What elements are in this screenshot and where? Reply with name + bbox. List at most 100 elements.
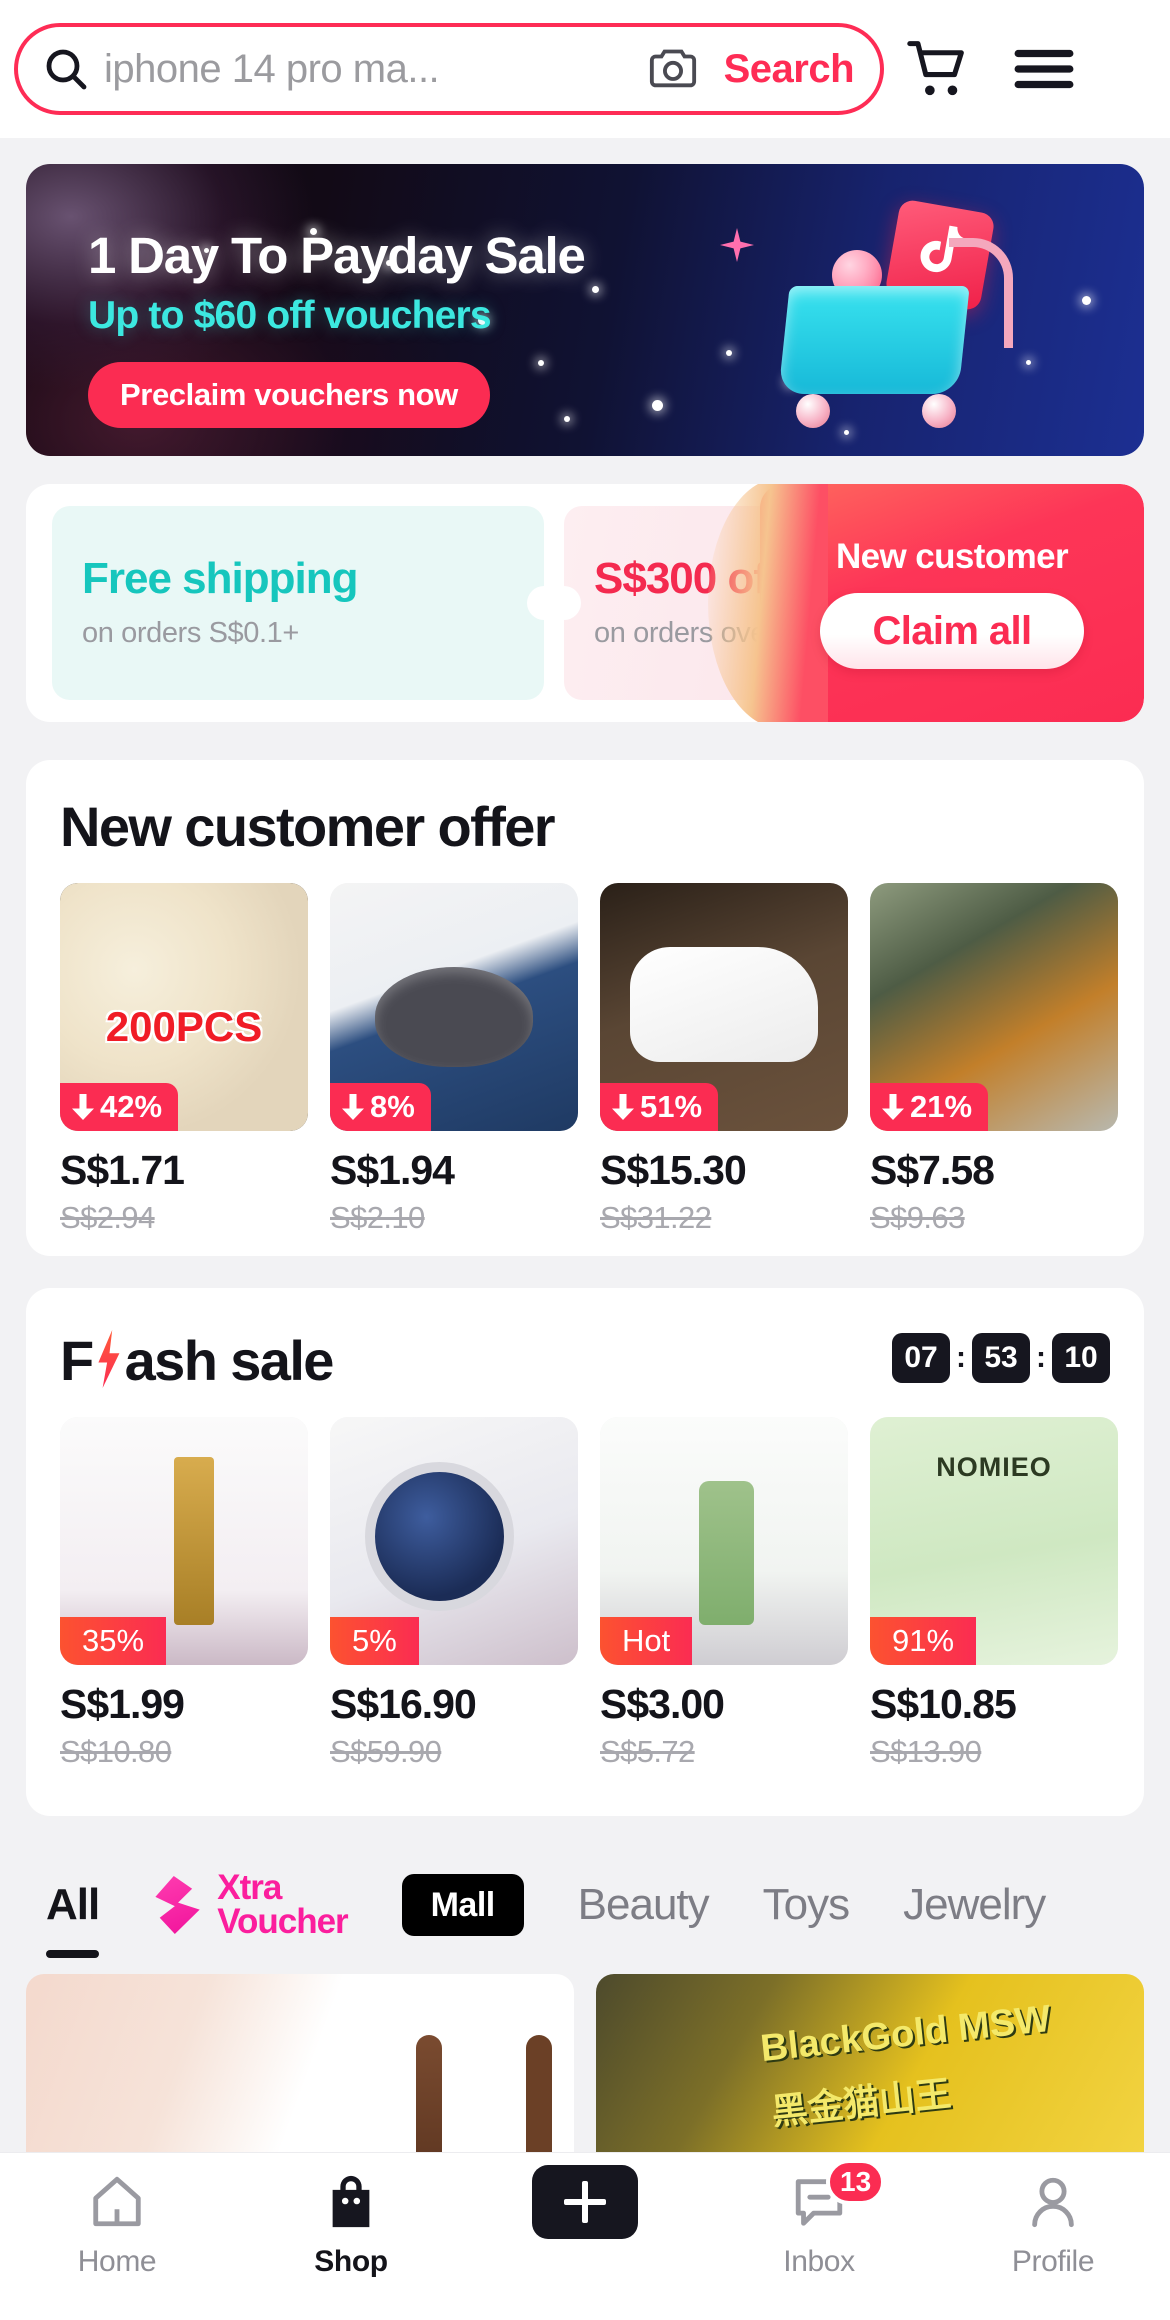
product-image[interactable]: 51% xyxy=(600,883,848,1131)
product-card[interactable]: 51% S$15.30 S$31.22 xyxy=(600,883,848,1236)
feed-card-eyebrow[interactable] xyxy=(26,1974,574,2152)
create-plus-icon[interactable] xyxy=(523,2165,647,2239)
feed-card-durian[interactable]: BlackGold MSW 黑金猫山王 xyxy=(596,1974,1144,2152)
tab-label: Toys xyxy=(762,1880,850,1929)
tab-label: Xtra Voucher xyxy=(217,1870,348,1939)
xtra-voucher-icon xyxy=(155,1876,200,1934)
tab-mall[interactable]: Mall xyxy=(396,1846,529,1964)
tab-label: Beauty xyxy=(577,1880,710,1929)
search-button[interactable]: Search xyxy=(724,47,855,92)
shopping-bag-icon xyxy=(323,2171,379,2233)
product-card[interactable]: Hot S$3.00 S$5.72 xyxy=(600,1417,848,1770)
feed-card-text-cn: 黑金猫山王 xyxy=(769,2072,954,2132)
nav-label: Shop xyxy=(314,2245,388,2278)
timer-separator: : xyxy=(1036,1340,1046,1374)
product-card[interactable]: 5% S$16.90 S$59.90 xyxy=(330,1417,578,1770)
payday-sale-banner[interactable]: 1 Day To Payday Sale Up to $60 off vouch… xyxy=(26,164,1144,456)
product-card[interactable]: 42% S$1.71 S$2.94 xyxy=(60,883,308,1236)
preclaim-vouchers-button[interactable]: Preclaim vouchers now xyxy=(88,362,490,428)
timer-separator: : xyxy=(956,1340,966,1374)
voucher-free-shipping[interactable]: Free shipping on orders S$0.1+ xyxy=(52,506,561,700)
tab-label: All xyxy=(46,1880,100,1929)
voucher-title: Free shipping xyxy=(82,554,358,604)
nav-item-create[interactable] xyxy=(468,2165,702,2245)
tab-toys[interactable]: Toys xyxy=(762,1846,850,1964)
product-price: S$1.99 xyxy=(60,1681,185,1727)
arrow-down-icon xyxy=(882,1094,904,1120)
voucher-strip: Free shipping on orders S$0.1+ S$300 off… xyxy=(26,484,1144,722)
new-customer-offer-section: New customer offer 42% S$1.71 S$2.94 xyxy=(26,760,1144,1256)
product-price: S$10.85 xyxy=(870,1681,1017,1727)
bottom-navigation: Home Shop 13 Inbox Profile xyxy=(0,2152,1170,2320)
product-price: S$16.90 xyxy=(330,1681,477,1727)
product-row: 42% S$1.71 S$2.94 8% S$1.94 S$2.10 xyxy=(26,859,1144,1236)
discount-badge: 8% xyxy=(330,1083,431,1131)
nav-item-profile[interactable]: Profile xyxy=(936,2171,1170,2279)
tiktok-shop-screen: Search xyxy=(0,0,1170,2320)
arrow-down-icon xyxy=(612,1094,634,1120)
discount-badge: 42% xyxy=(60,1083,179,1131)
shopping-cart-illustration xyxy=(720,198,1074,448)
discount-badge: 91% xyxy=(870,1617,977,1665)
product-old-price: S$2.94 xyxy=(60,1200,155,1235)
product-image[interactable]: 21% xyxy=(870,883,1118,1131)
claim-all-button[interactable]: Claim all xyxy=(820,593,1084,669)
search-bar[interactable]: Search xyxy=(14,23,884,115)
countdown-timer: 07 : 53 : 10 xyxy=(892,1332,1110,1383)
tab-jewelry[interactable]: Jewelry xyxy=(903,1846,1046,1964)
product-card[interactable]: 91% S$10.85 S$13.90 xyxy=(870,1417,1118,1770)
hamburger-menu-icon[interactable] xyxy=(994,45,1094,93)
product-old-price: S$2.10 xyxy=(330,1200,425,1235)
product-card[interactable]: 35% S$1.99 S$10.80 xyxy=(60,1417,308,1770)
product-old-price: S$31.22 xyxy=(600,1200,712,1235)
product-price: S$7.58 xyxy=(870,1147,995,1193)
product-price: S$1.71 xyxy=(60,1147,185,1193)
product-image[interactable]: 42% xyxy=(60,883,308,1131)
product-old-price: S$59.90 xyxy=(330,1734,442,1769)
product-price: S$3.00 xyxy=(600,1681,725,1727)
nav-item-shop[interactable]: Shop xyxy=(234,2171,468,2279)
discount-badge: 35% xyxy=(60,1617,167,1665)
product-old-price: S$9.63 xyxy=(870,1200,965,1235)
new-customer-label: New customer xyxy=(835,537,1069,576)
flash-title-suffix: ash sale xyxy=(124,1329,335,1392)
nav-item-inbox[interactable]: 13 Inbox xyxy=(702,2159,936,2279)
inbox-badge: 13 xyxy=(826,2159,886,2205)
search-input[interactable] xyxy=(104,46,638,92)
product-image[interactable]: 91% xyxy=(870,1417,1118,1665)
product-price: S$15.30 xyxy=(600,1147,747,1193)
hot-badge: Hot xyxy=(600,1617,693,1665)
search-icon xyxy=(42,45,90,93)
product-image[interactable]: Hot xyxy=(600,1417,848,1665)
camera-icon[interactable] xyxy=(648,47,698,91)
product-card[interactable]: 21% S$7.58 S$9.63 xyxy=(870,883,1118,1236)
discount-badge: 21% xyxy=(870,1083,989,1131)
nav-item-home[interactable]: Home xyxy=(0,2171,234,2279)
banner-title: 1 Day To Payday Sale xyxy=(88,227,586,284)
product-price: S$1.94 xyxy=(330,1147,455,1193)
tab-xtra-voucher[interactable]: Xtra Voucher xyxy=(153,1846,349,1964)
arrow-down-icon xyxy=(72,1094,94,1120)
new-customer-claim-panel: New customer Claim all xyxy=(708,484,1144,722)
message-icon: 13 xyxy=(790,2159,886,2233)
cart-icon[interactable] xyxy=(884,38,994,100)
product-image[interactable]: 8% xyxy=(330,883,578,1131)
feed-card-text: BlackGold MSW xyxy=(758,1998,1054,2071)
product-old-price: S$10.80 xyxy=(60,1734,172,1769)
home-icon xyxy=(88,2171,146,2233)
section-header: F ash sale 07 : 53 : 10 xyxy=(26,1288,1144,1393)
product-card[interactable]: 8% S$1.94 S$2.10 xyxy=(330,883,578,1236)
page-title: New customer offer xyxy=(60,795,556,858)
product-image[interactable]: 35% xyxy=(60,1417,308,1665)
product-image[interactable]: 5% xyxy=(330,1417,578,1665)
timer-seconds: 10 xyxy=(1052,1332,1110,1383)
discount-badge: 51% xyxy=(600,1083,719,1131)
tab-beauty[interactable]: Beauty xyxy=(577,1846,710,1964)
discount-badge: 5% xyxy=(330,1617,419,1665)
voucher-notch xyxy=(547,586,581,620)
lightning-bolt-icon xyxy=(98,1330,120,1388)
tab-all[interactable]: All xyxy=(46,1846,100,1964)
search-header: Search xyxy=(0,0,1170,138)
product-feed: BlackGold MSW 黑金猫山王 xyxy=(0,1974,1170,2152)
section-header: New customer offer xyxy=(26,760,1144,859)
